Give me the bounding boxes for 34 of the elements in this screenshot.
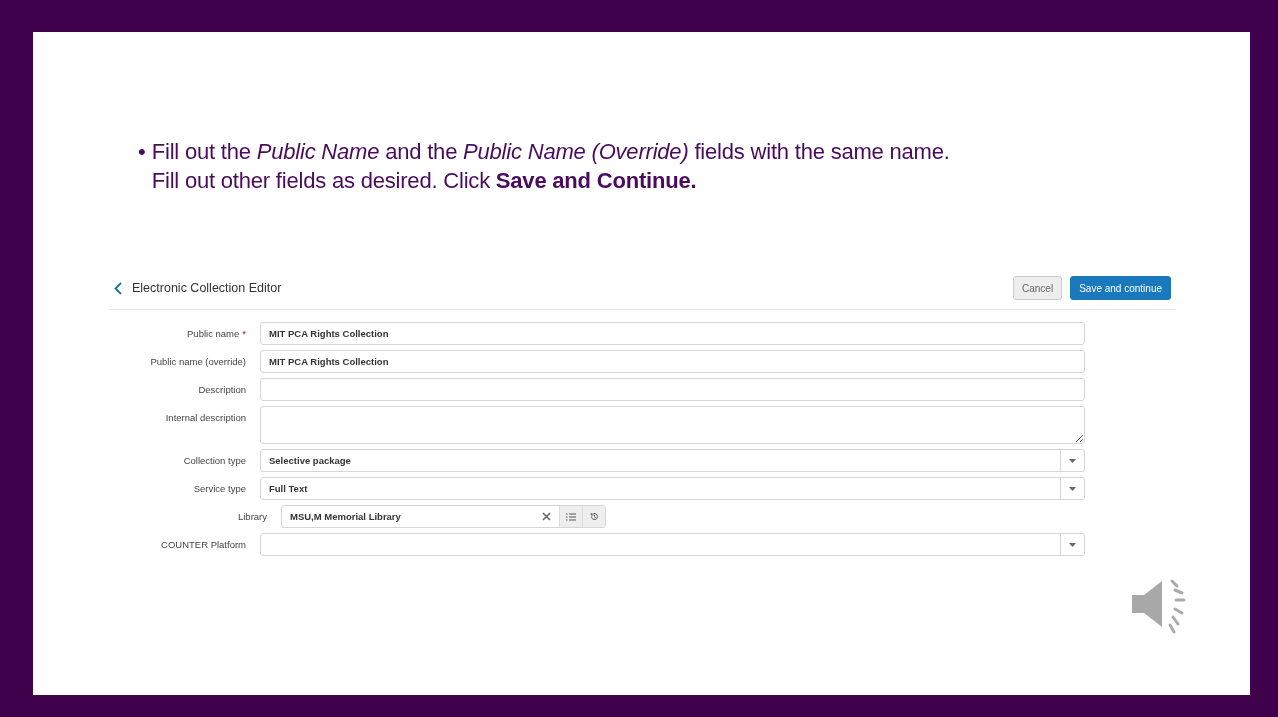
editor-title: Electronic Collection Editor [132, 281, 283, 295]
select-field[interactable]: Full Text [260, 477, 1085, 500]
input-field[interactable]: MIT PCA Rights Collection [260, 322, 1085, 345]
required-asterisk: * [242, 328, 246, 339]
select-field[interactable] [260, 533, 1085, 556]
input-field[interactable] [260, 378, 1085, 401]
instruction-text: Fill out the Public Name and the Public Name (Override) fields with the same name. Fill out other fields as desired. Click Save and Continue. [151, 138, 951, 195]
field-label: Description [198, 384, 246, 395]
cancel-button[interactable]: Cancel [1013, 276, 1063, 300]
bullet-mark: • [138, 138, 146, 166]
field-label: Internal description [165, 412, 246, 423]
caret-down-icon [1069, 542, 1076, 547]
select-value: Selective package [268, 455, 352, 466]
list-button[interactable] [559, 506, 582, 527]
field-label: Public name [187, 328, 240, 339]
close-icon[interactable] [542, 512, 551, 521]
list-icon [566, 512, 576, 521]
library-field[interactable]: MSU,M Memorial Library [281, 505, 606, 528]
caret-down-icon [1069, 486, 1076, 491]
select-field[interactable]: Selective package [260, 449, 1085, 472]
field-label: Service type [193, 483, 246, 494]
field-label: COUNTER Platform [161, 539, 246, 550]
field-label: Public name (override) [150, 356, 246, 367]
save-button[interactable]: Save and continue [1070, 276, 1171, 300]
field-label: Collection type [183, 455, 246, 466]
history-button[interactable] [582, 506, 605, 527]
library-value: MSU,M Memorial Library [289, 511, 402, 522]
input-field[interactable]: MIT PCA Rights Collection [260, 350, 1085, 373]
field-label: Library [237, 511, 267, 522]
select-value: Full Text [268, 483, 309, 494]
history-icon [589, 512, 599, 521]
caret-down-icon [1069, 458, 1076, 463]
back-chevron-icon[interactable] [114, 281, 122, 295]
textarea-field[interactable] [260, 406, 1085, 444]
